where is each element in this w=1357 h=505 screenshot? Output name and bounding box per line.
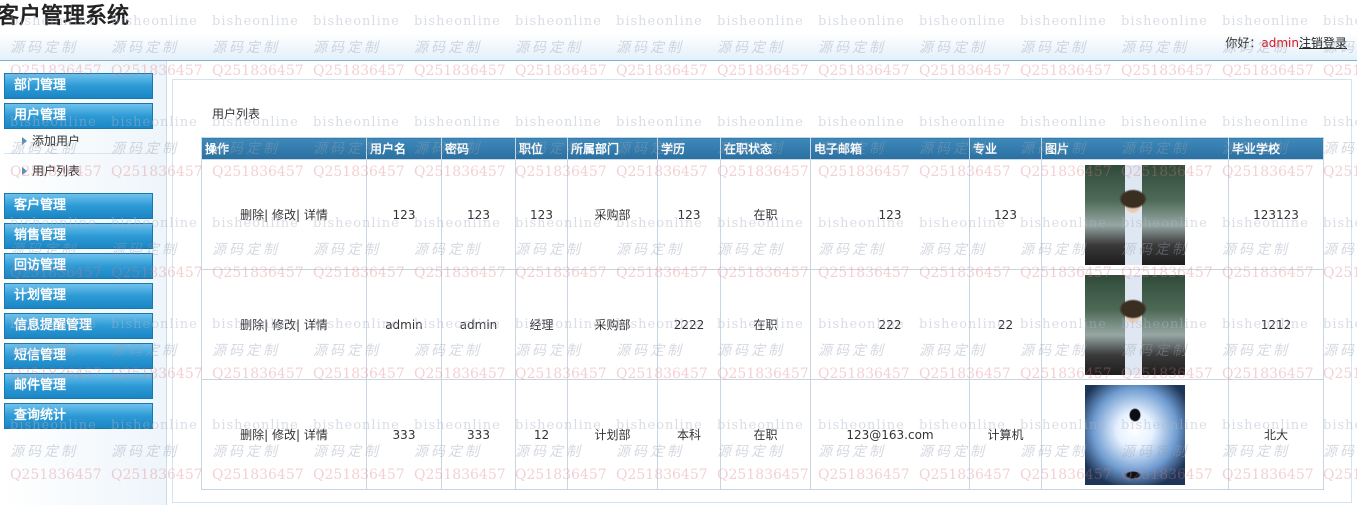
school-cell: 1212 bbox=[1228, 269, 1324, 380]
actions-cell: 删除| 修改| 详情 bbox=[201, 159, 367, 270]
watermark-text: Q251836457 bbox=[414, 63, 506, 79]
column-header: 所属部门 bbox=[567, 137, 658, 160]
status-cell: 在职 bbox=[720, 269, 811, 380]
position-cell: 123 bbox=[515, 159, 568, 270]
watermark-text: Q251836457 bbox=[212, 63, 304, 79]
actions-cell: 删除| 修改| 详情 bbox=[201, 379, 367, 490]
sidebar-item-statistics[interactable]: 查询统计 bbox=[4, 403, 153, 429]
column-header: 专业 bbox=[969, 137, 1042, 160]
status-cell: 在职 bbox=[720, 159, 811, 270]
watermark-text: Q251836457 bbox=[1222, 63, 1314, 79]
watermark-text: Q251836457 bbox=[515, 63, 607, 79]
sidebar-item-customers[interactable]: 客户管理 bbox=[4, 193, 153, 219]
password-cell: 123 bbox=[441, 159, 516, 270]
column-header: 在职状态 bbox=[720, 137, 811, 160]
email-cell: 222 bbox=[810, 269, 970, 380]
education-cell: 本科 bbox=[657, 379, 721, 490]
position-cell: 经理 bbox=[515, 269, 568, 380]
major-cell: 22 bbox=[969, 269, 1042, 380]
column-header: 毕业学校 bbox=[1228, 137, 1324, 160]
password-cell: admin bbox=[441, 269, 516, 380]
sidebar-item-sms[interactable]: 短信管理 bbox=[4, 343, 153, 369]
watermark-text: Q251836457 bbox=[1323, 63, 1357, 79]
sidebar-item-department[interactable]: 部门管理 bbox=[4, 73, 153, 99]
column-header: 电子邮箱 bbox=[810, 137, 970, 160]
app-title: 客户管理系统 bbox=[0, 4, 130, 29]
table-row: 删除| 修改| 详情 admin admin 经理 采购部 2222 在职 22… bbox=[201, 269, 1324, 380]
photo-cell bbox=[1041, 379, 1229, 490]
table-header-row: 操作 用户名 密码 职位 所属部门 学历 在职状态 电子邮箱 专业 图片 毕业学… bbox=[201, 137, 1324, 160]
watermark-text: Q251836457 bbox=[313, 63, 405, 79]
detail-link[interactable]: 详情 bbox=[304, 428, 328, 442]
triangle-right-icon bbox=[22, 137, 27, 145]
delete-link[interactable]: 删除| bbox=[240, 208, 268, 222]
education-cell: 2222 bbox=[657, 269, 721, 380]
position-cell: 12 bbox=[515, 379, 568, 490]
edit-link[interactable]: 修改| bbox=[272, 318, 300, 332]
logout-link[interactable]: 注销登录 bbox=[1299, 36, 1347, 50]
header-bar: 客户管理系统 你好：admin注销登录 bbox=[0, 0, 1357, 61]
school-cell: 123123 bbox=[1228, 159, 1324, 270]
department-cell: 采购部 bbox=[567, 159, 658, 270]
column-header: 学历 bbox=[657, 137, 721, 160]
user-table-wrap: 操作 用户名 密码 职位 所属部门 学历 在职状态 电子邮箱 专业 图片 毕业学… bbox=[201, 137, 1324, 490]
column-header: 密码 bbox=[441, 137, 516, 160]
table-row: 删除| 修改| 详情 333 333 12 计划部 本科 在职 123@163.… bbox=[201, 379, 1324, 490]
sidebar-item-visits[interactable]: 回访管理 bbox=[4, 253, 153, 279]
sidebar-item-users[interactable]: 用户管理 bbox=[4, 103, 153, 129]
delete-link[interactable]: 删除| bbox=[240, 318, 268, 332]
sidebar-item-reminders[interactable]: 信息提醒管理 bbox=[4, 313, 153, 339]
watermark-text: Q251836457 bbox=[616, 63, 708, 79]
username-text: admin bbox=[1261, 36, 1299, 50]
watermark-text: Q251836457 bbox=[919, 63, 1011, 79]
school-cell: 北大 bbox=[1228, 379, 1324, 490]
column-header: 职位 bbox=[515, 137, 568, 160]
sidebar-item-sales[interactable]: 销售管理 bbox=[4, 223, 153, 249]
column-header: 操作 bbox=[201, 137, 367, 160]
department-cell: 计划部 bbox=[567, 379, 658, 490]
watermark-text: Q251836457 bbox=[717, 63, 809, 79]
column-header: 用户名 bbox=[366, 137, 442, 160]
edit-link[interactable]: 修改| bbox=[272, 208, 300, 222]
table-row: 删除| 修改| 详情 123 123 123 采购部 123 在职 123 12… bbox=[201, 159, 1324, 270]
email-cell: 123@163.com bbox=[810, 379, 970, 490]
sidebar: 部门管理 用户管理 添加用户 用户列表 客户管理 销售管理 回访管理 计划管理 … bbox=[0, 61, 167, 505]
sidebar-item-email[interactable]: 邮件管理 bbox=[4, 373, 153, 399]
column-header: 图片 bbox=[1041, 137, 1229, 160]
watermark-text: Q251836457 bbox=[1020, 63, 1112, 79]
department-cell: 采购部 bbox=[567, 269, 658, 380]
watermark-text: Q251836457 bbox=[818, 63, 910, 79]
submenu-add-user[interactable]: 添加用户 bbox=[4, 128, 153, 154]
user-table: 操作 用户名 密码 职位 所属部门 学历 在职状态 电子邮箱 专业 图片 毕业学… bbox=[201, 137, 1324, 490]
email-cell: 123 bbox=[810, 159, 970, 270]
submenu-user-list-label: 用户列表 bbox=[32, 164, 81, 178]
detail-link[interactable]: 详情 bbox=[304, 318, 328, 332]
edit-link[interactable]: 修改| bbox=[272, 428, 300, 442]
photo-cell bbox=[1041, 269, 1229, 380]
username-cell: 123 bbox=[366, 159, 442, 270]
section-title: 用户列表 bbox=[212, 107, 261, 121]
submenu-user-list[interactable]: 用户列表 bbox=[4, 158, 153, 184]
sidebar-item-plans[interactable]: 计划管理 bbox=[4, 283, 153, 309]
runner-photo bbox=[1085, 384, 1185, 485]
greeting-text: 你好： bbox=[1225, 36, 1262, 50]
major-cell: 计算机 bbox=[969, 379, 1042, 490]
triangle-right-icon bbox=[22, 167, 27, 175]
detail-link[interactable]: 详情 bbox=[304, 208, 328, 222]
education-cell: 123 bbox=[657, 159, 721, 270]
password-cell: 333 bbox=[441, 379, 516, 490]
watermark-text: Q251836457 bbox=[1121, 63, 1213, 79]
status-cell: 在职 bbox=[720, 379, 811, 490]
actions-cell: 删除| 修改| 详情 bbox=[201, 269, 367, 380]
major-cell: 123 bbox=[969, 159, 1042, 270]
delete-link[interactable]: 删除| bbox=[240, 428, 268, 442]
submenu-add-user-label: 添加用户 bbox=[32, 134, 81, 148]
teacher-photo bbox=[1085, 164, 1185, 265]
user-bar: 你好：admin注销登录 bbox=[1225, 34, 1347, 51]
teacher-photo bbox=[1085, 274, 1185, 375]
photo-cell bbox=[1041, 159, 1229, 270]
username-cell: admin bbox=[366, 269, 442, 380]
username-cell: 333 bbox=[366, 379, 442, 490]
